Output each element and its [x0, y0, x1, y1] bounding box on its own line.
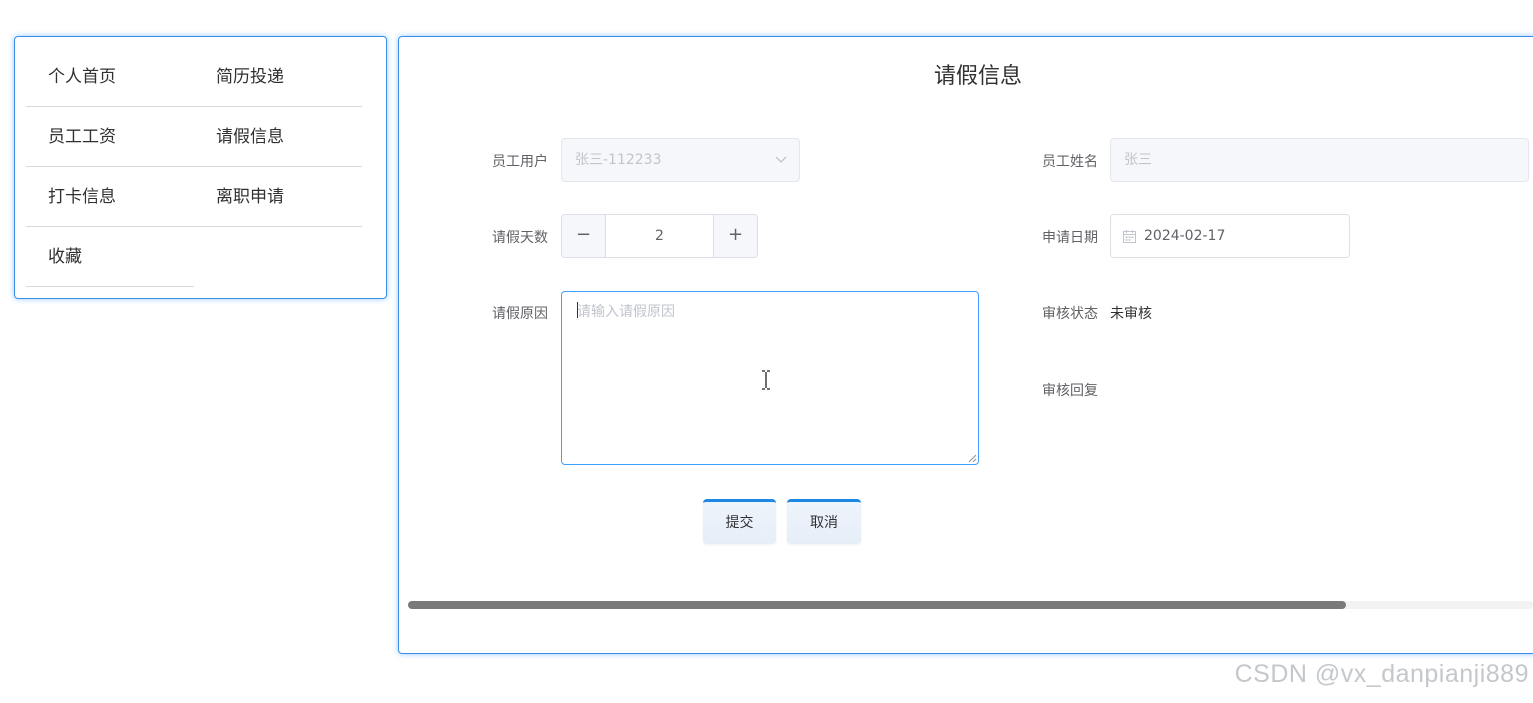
employee-user-label: 员工用户 — [492, 154, 548, 170]
employee-name-value: 张三 — [1124, 152, 1152, 168]
chevron-down-icon — [775, 156, 787, 163]
apply-date-picker[interactable]: 2024-02-17 — [1110, 214, 1350, 258]
leave-days-stepper: − 2 + — [561, 214, 758, 258]
leave-days-label: 请假天数 — [492, 230, 548, 246]
review-status-label: 审核状态 — [1042, 306, 1098, 322]
nav-item-favorites[interactable]: 收藏 — [26, 227, 194, 287]
review-status-value: 未审核 — [1110, 306, 1152, 322]
ibeam-cursor-icon — [762, 370, 770, 390]
resize-handle-icon[interactable] — [968, 454, 977, 463]
increase-button[interactable]: + — [713, 215, 757, 257]
nav-item-resignation[interactable]: 离职申请 — [194, 167, 362, 227]
nav-item-salary[interactable]: 员工工资 — [26, 107, 194, 167]
decrease-button[interactable]: − — [562, 215, 606, 257]
employee-name-field[interactable]: 张三 — [1110, 138, 1529, 182]
apply-date-label: 申请日期 — [1042, 230, 1098, 246]
employee-user-select[interactable]: 张三-112233 — [561, 138, 800, 182]
horizontal-scrollbar[interactable] — [408, 601, 1533, 609]
nav-item-attendance[interactable]: 打卡信息 — [26, 167, 194, 227]
scrollbar-thumb[interactable] — [408, 601, 1346, 609]
review-reply-label: 审核回复 — [1042, 383, 1098, 399]
leave-days-input[interactable]: 2 — [606, 215, 713, 257]
leave-reason-label: 请假原因 — [492, 306, 548, 322]
employee-user-value: 张三-112233 — [575, 152, 662, 168]
calendar-icon — [1123, 230, 1136, 243]
nav-card: 个人首页 简历投递 员工工资 请假信息 打卡信息 离职申请 收藏 — [14, 36, 387, 299]
text-caret — [577, 302, 578, 318]
page-title: 请假信息 — [933, 64, 1022, 89]
submit-button[interactable]: 提交 — [703, 499, 776, 544]
watermark: CSDN @vx_danpianji889 — [1234, 660, 1529, 688]
apply-date-value: 2024-02-17 — [1144, 228, 1226, 244]
nav-item-home[interactable]: 个人首页 — [26, 47, 194, 107]
employee-name-label: 员工姓名 — [1042, 154, 1098, 170]
nav-item-resume[interactable]: 简历投递 — [194, 47, 362, 107]
nav-item-leave[interactable]: 请假信息 — [194, 107, 362, 167]
cancel-button[interactable]: 取消 — [787, 499, 861, 544]
leave-reason-placeholder: 请输入请假原因 — [577, 304, 675, 320]
